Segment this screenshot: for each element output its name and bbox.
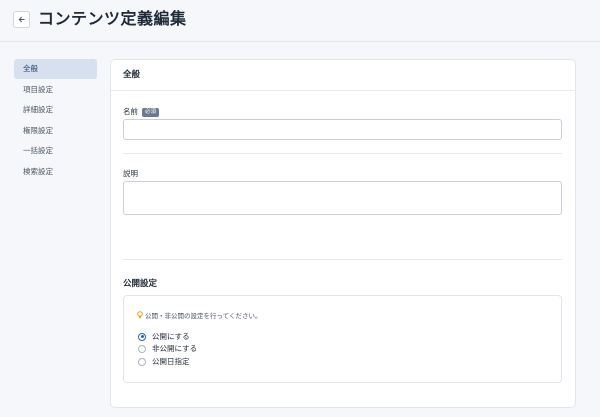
- required-badge: 必須: [142, 108, 160, 117]
- page-title: コンテンツ定義編集: [38, 9, 187, 28]
- sidebar-item-general[interactable]: 全般: [14, 59, 97, 79]
- publish-section-title: 公開設定: [123, 279, 158, 289]
- name-input[interactable]: [123, 119, 562, 140]
- sidebar-nav: 全般 項目設定 詳細設定 権限設定 一括設定 検索設定: [14, 59, 97, 182]
- sidebar-item-field-settings[interactable]: 項目設定: [14, 80, 97, 100]
- back-button[interactable]: [13, 11, 30, 28]
- arrow-left-icon: [18, 16, 25, 23]
- publish-hint: 公開・非公開の設定を行ってください。: [137, 310, 261, 320]
- name-label-text: 名前: [123, 107, 138, 116]
- sidebar-item-search-settings[interactable]: 検索設定: [14, 162, 97, 182]
- radio-button[interactable]: [138, 357, 146, 366]
- radio-button[interactable]: [138, 332, 146, 341]
- radio-option-scheduled[interactable]: 公開日指定: [138, 356, 190, 367]
- publish-hint-text: 公開・非公開の設定を行ってください。: [145, 312, 262, 320]
- radio-button[interactable]: [138, 344, 146, 353]
- radio-label: 公開にする: [152, 332, 190, 341]
- radio-option-private[interactable]: 非公開にする: [138, 343, 197, 354]
- description-textarea[interactable]: [123, 181, 562, 215]
- name-field-label: 名前 必須: [123, 106, 160, 117]
- card-title: 全般: [111, 60, 575, 91]
- general-settings-card: 全般 名前 必須 説明 公開設定 公開・非公開の設定を行ってください。 公開にする…: [110, 59, 576, 408]
- radio-option-public[interactable]: 公開にする: [138, 331, 190, 342]
- page-header: コンテンツ定義編集: [0, 0, 600, 42]
- description-field-label: 説明: [123, 169, 138, 178]
- bulb-icon: [137, 311, 143, 319]
- publish-settings-box: 公開・非公開の設定を行ってください。 公開にする 非公開にする 公開日指定: [123, 295, 562, 383]
- radio-label: 非公開にする: [152, 344, 198, 353]
- sidebar-item-bulk-settings[interactable]: 一括設定: [14, 141, 97, 161]
- divider: [123, 153, 562, 154]
- sidebar-item-permission-settings[interactable]: 権限設定: [14, 121, 97, 141]
- divider: [123, 259, 562, 260]
- sidebar-item-detail-settings[interactable]: 詳細設定: [14, 100, 97, 120]
- radio-label: 公開日指定: [152, 357, 190, 366]
